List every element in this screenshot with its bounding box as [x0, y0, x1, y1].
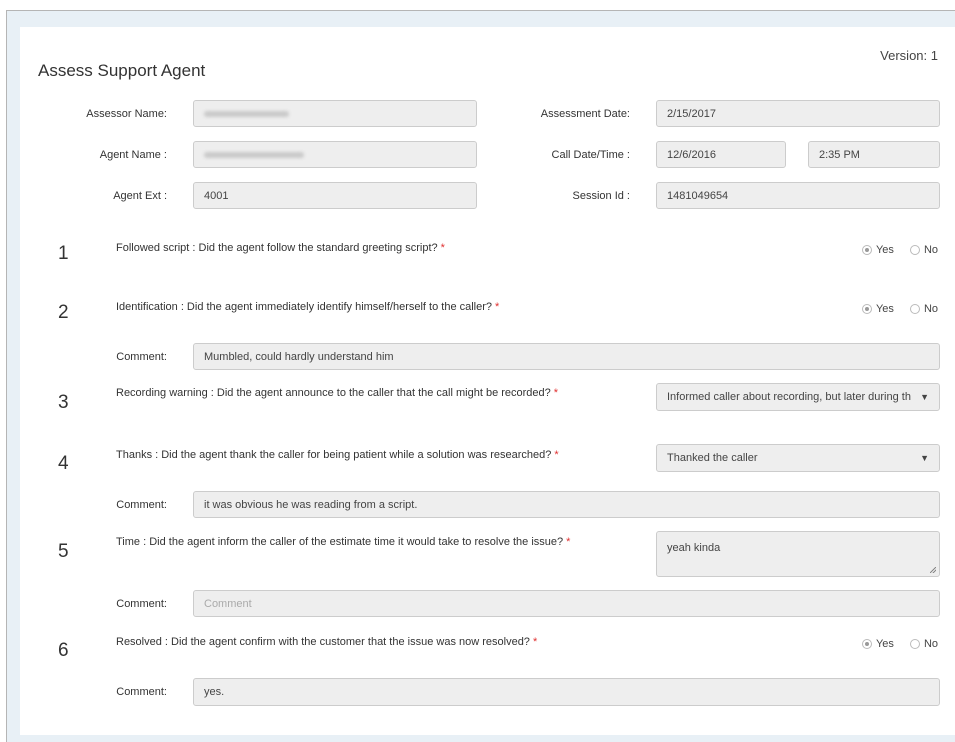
session-id-field[interactable]: 1481049654 — [656, 182, 940, 209]
assessment-date-field[interactable]: 2/15/2017 — [656, 100, 940, 127]
agent-name-field[interactable] — [193, 141, 477, 168]
no-label: No — [923, 244, 938, 256]
agent-name-label: Agent Name : — [99, 149, 167, 161]
question-label: Followed script : Did the agent follow t… — [116, 242, 438, 254]
assessor-name-field[interactable] — [193, 100, 477, 127]
required-marker: * — [532, 636, 538, 648]
no-label: No — [923, 303, 938, 315]
question-number: 3 — [58, 392, 69, 413]
select-value: Informed caller about recording, but lat… — [667, 391, 911, 403]
question-number: 6 — [58, 640, 69, 661]
yes-label: Yes — [875, 303, 894, 315]
redacted-value — [204, 110, 289, 117]
no-radio[interactable] — [909, 245, 920, 255]
comment-label: Comment: — [116, 499, 167, 511]
question-text: Thanks : Did the agent thank the caller … — [116, 449, 559, 461]
question-label: Time : Did the agent inform the caller o… — [116, 536, 564, 548]
comment-label: Comment: — [116, 351, 167, 363]
required-marker: * — [566, 536, 571, 548]
question-label: Thanks : Did the agent thank the caller … — [116, 449, 552, 461]
required-marker: * — [553, 387, 559, 399]
no-label: No — [923, 638, 938, 650]
textarea-value: yeah kinda — [667, 542, 721, 554]
comment-field[interactable]: it was obvious he was reading from a scr… — [193, 491, 940, 518]
dropdown-arrow-icon: ▼ — [920, 453, 929, 463]
yes-no-radio-group: Yes No — [861, 638, 938, 650]
resize-handle-icon[interactable] — [930, 567, 936, 573]
agent-ext-field[interactable]: 4001 — [193, 182, 477, 209]
question-label: Recording warning : Did the agent announ… — [116, 387, 551, 399]
question-number: 1 — [58, 243, 69, 264]
question-label: Identification : Did the agent immediate… — [116, 301, 493, 313]
question-text: Followed script : Did the agent follow t… — [116, 242, 445, 254]
call-date-field[interactable]: 12/6/2016 — [656, 141, 786, 168]
comment-label: Comment: — [116, 598, 167, 610]
select-value: Thanked the caller — [667, 452, 758, 464]
redacted-value — [204, 151, 304, 158]
agent-ext-label: Agent Ext : — [113, 190, 167, 202]
time-answer-textarea[interactable]: yeah kinda — [656, 531, 940, 577]
session-id-label: Session Id : — [572, 190, 630, 202]
yes-radio[interactable] — [861, 245, 872, 255]
form-panel — [20, 27, 955, 735]
question-number: 4 — [58, 453, 69, 474]
yes-no-radio-group: Yes No — [861, 303, 938, 315]
assessment-date-label: Assessment Date: — [540, 108, 630, 120]
question-text: Recording warning : Did the agent announ… — [116, 387, 558, 399]
question-label: Resolved : Did the agent confirm with th… — [116, 636, 530, 648]
question-text: Resolved : Did the agent confirm with th… — [116, 636, 537, 648]
version-label: Version: 1 — [880, 48, 938, 63]
question-number: 2 — [58, 302, 69, 323]
comment-field[interactable]: Comment — [193, 590, 940, 617]
thanks-select[interactable]: Thanked the caller ▼ — [656, 444, 940, 472]
call-time-field[interactable]: 2:35 PM — [808, 141, 940, 168]
required-marker: * — [495, 301, 500, 313]
question-text: Time : Did the agent inform the caller o… — [116, 536, 570, 548]
dropdown-arrow-icon: ▼ — [920, 392, 929, 402]
question-number: 5 — [58, 541, 69, 562]
yes-label: Yes — [875, 638, 894, 650]
yes-radio[interactable] — [861, 639, 872, 649]
yes-no-radio-group: Yes No — [861, 244, 938, 256]
no-radio[interactable] — [909, 304, 920, 314]
page-title: Assess Support Agent — [38, 61, 206, 80]
recording-warning-select[interactable]: Informed caller about recording, but lat… — [656, 383, 940, 411]
yes-radio[interactable] — [861, 304, 872, 314]
no-radio[interactable] — [909, 639, 920, 649]
call-datetime-label: Call Date/Time : — [551, 149, 630, 161]
required-marker: * — [440, 242, 445, 254]
assessor-name-label: Assessor Name: — [86, 108, 167, 120]
comment-field[interactable]: Mumbled, could hardly understand him — [193, 343, 940, 370]
required-marker: * — [554, 449, 559, 461]
comment-label: Comment: — [116, 686, 167, 698]
comment-field[interactable]: yes. — [193, 678, 940, 706]
yes-label: Yes — [875, 244, 894, 256]
question-text: Identification : Did the agent immediate… — [116, 301, 499, 313]
